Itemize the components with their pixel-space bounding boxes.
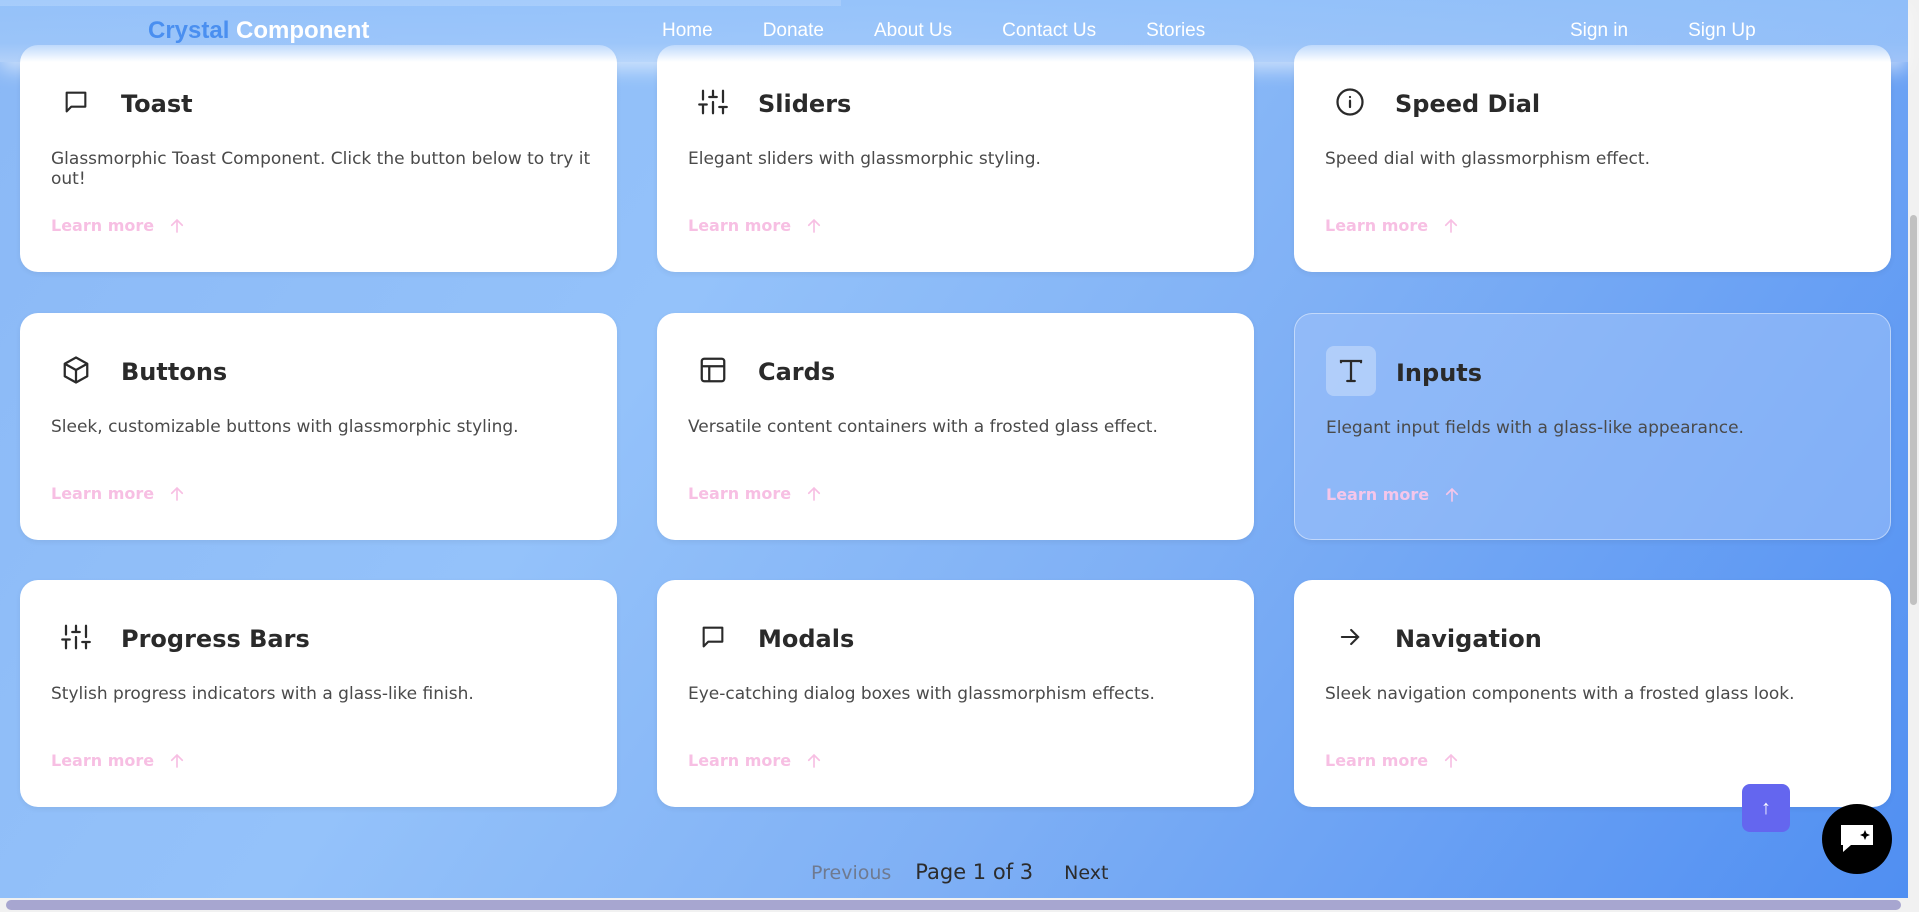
learn-more-link[interactable]: Learn more xyxy=(1325,751,1460,770)
card-title: Toast xyxy=(121,90,193,118)
page-info: Page 1 of 3 xyxy=(915,860,1034,884)
card-description: Eye-catching dialog boxes with glassmorp… xyxy=(688,684,1155,704)
card-description: Elegant sliders with glassmorphic stylin… xyxy=(688,149,1041,169)
pagination: Previous Page 1 of 3 Next xyxy=(811,860,1108,884)
card-title: Sliders xyxy=(758,90,852,118)
brand-logo[interactable]: Crystal Component xyxy=(148,17,369,45)
learn-more-link[interactable]: Learn more xyxy=(51,751,186,770)
arrow-up-icon xyxy=(808,218,821,233)
sliders-icon xyxy=(688,77,738,127)
message-square-icon xyxy=(688,612,738,662)
message-square-icon xyxy=(51,77,101,127)
next-button[interactable]: Next xyxy=(1064,862,1108,884)
vertical-scrollbar[interactable] xyxy=(1908,0,1919,900)
sign-in-link[interactable]: Sign in xyxy=(1570,20,1628,42)
card-buttons[interactable]: Buttons Sleek, customizable buttons with… xyxy=(20,313,617,540)
card-title: Buttons xyxy=(121,358,228,386)
layout-icon xyxy=(688,345,738,395)
learn-more-label: Learn more xyxy=(1325,216,1429,235)
arrow-up-icon xyxy=(1446,487,1459,502)
info-icon xyxy=(1325,77,1375,127)
box-icon xyxy=(51,345,101,395)
card-description: Stylish progress indicators with a glass… xyxy=(51,684,474,704)
arrow-right-icon xyxy=(1325,612,1375,662)
card-inputs[interactable]: Inputs Elegant input fields with a glass… xyxy=(1294,313,1891,540)
nav-about-us[interactable]: About Us xyxy=(874,20,952,42)
nav-home[interactable]: Home xyxy=(662,20,713,42)
learn-more-link[interactable]: Learn more xyxy=(1325,216,1460,235)
card-title: Navigation xyxy=(1395,625,1542,653)
learn-more-link[interactable]: Learn more xyxy=(688,216,823,235)
arrow-up-icon xyxy=(1445,218,1458,233)
card-progress-bars[interactable]: Progress Bars Stylish progress indicator… xyxy=(20,580,617,807)
arrow-up-icon xyxy=(171,486,184,501)
learn-more-label: Learn more xyxy=(51,216,155,235)
brand-part2: Component xyxy=(236,17,370,44)
nav-links: Home Donate About Us Contact Us Stories xyxy=(662,20,1205,42)
learn-more-label: Learn more xyxy=(1326,485,1430,504)
card-toast[interactable]: Toast Glassmorphic Toast Component. Clic… xyxy=(20,45,617,272)
chat-button[interactable] xyxy=(1822,804,1892,874)
card-title: Cards xyxy=(758,358,836,386)
card-speed-dial[interactable]: Speed Dial Speed dial with glassmorphism… xyxy=(1294,45,1891,272)
card-title: Inputs xyxy=(1396,359,1483,387)
card-description: Glassmorphic Toast Component. Click the … xyxy=(51,149,591,189)
learn-more-link[interactable]: Learn more xyxy=(1326,485,1461,504)
card-description: Speed dial with glassmorphism effect. xyxy=(1325,149,1650,169)
nav-contact-us[interactable]: Contact Us xyxy=(1002,20,1096,42)
scroll-to-top-button[interactable]: ↑ xyxy=(1742,784,1790,832)
learn-more-link[interactable]: Learn more xyxy=(688,484,823,503)
learn-more-link[interactable]: Learn more xyxy=(688,751,823,770)
auth-links: Sign in Sign Up xyxy=(1570,20,1756,42)
card-modals[interactable]: Modals Eye-catching dialog boxes with gl… xyxy=(657,580,1254,807)
learn-more-link[interactable]: Learn more xyxy=(51,216,186,235)
card-description: Elegant input fields with a glass-like a… xyxy=(1326,418,1744,438)
arrow-up-icon xyxy=(808,753,821,768)
sliders-icon xyxy=(51,612,101,662)
arrow-up-icon xyxy=(171,753,184,768)
type-icon xyxy=(1326,346,1376,396)
learn-more-label: Learn more xyxy=(688,484,792,503)
nav-donate[interactable]: Donate xyxy=(763,20,824,42)
vertical-scrollbar-thumb[interactable] xyxy=(1910,215,1917,605)
chat-sparkle-icon xyxy=(1841,825,1873,852)
learn-more-label: Learn more xyxy=(1325,751,1429,770)
card-cards[interactable]: Cards Versatile content containers with … xyxy=(657,313,1254,540)
card-description: Sleek navigation components with a frost… xyxy=(1325,684,1795,704)
card-description: Versatile content containers with a fros… xyxy=(688,417,1158,437)
arrow-up-icon xyxy=(1445,753,1458,768)
sign-up-link[interactable]: Sign Up xyxy=(1688,20,1756,42)
card-navigation[interactable]: Navigation Sleek navigation components w… xyxy=(1294,580,1891,807)
learn-more-label: Learn more xyxy=(688,216,792,235)
nav-stories[interactable]: Stories xyxy=(1146,20,1205,42)
horizontal-scrollbar[interactable] xyxy=(0,898,1919,912)
arrow-up-icon xyxy=(808,486,821,501)
card-title: Modals xyxy=(758,625,855,653)
learn-more-label: Learn more xyxy=(688,751,792,770)
horizontal-scrollbar-thumb[interactable] xyxy=(6,900,1901,910)
navbar: Crystal Component Home Donate About Us C… xyxy=(0,0,1908,62)
learn-more-label: Learn more xyxy=(51,751,155,770)
previous-button[interactable]: Previous xyxy=(811,862,891,884)
arrow-up-icon: ↑ xyxy=(1761,796,1771,819)
arrow-up-icon xyxy=(171,218,184,233)
brand-part1: Crystal xyxy=(148,17,230,44)
learn-more-link[interactable]: Learn more xyxy=(51,484,186,503)
card-description: Sleek, customizable buttons with glassmo… xyxy=(51,417,519,437)
card-sliders[interactable]: Sliders Elegant sliders with glassmorphi… xyxy=(657,45,1254,272)
learn-more-label: Learn more xyxy=(51,484,155,503)
card-title: Speed Dial xyxy=(1395,90,1541,118)
card-title: Progress Bars xyxy=(121,625,310,653)
